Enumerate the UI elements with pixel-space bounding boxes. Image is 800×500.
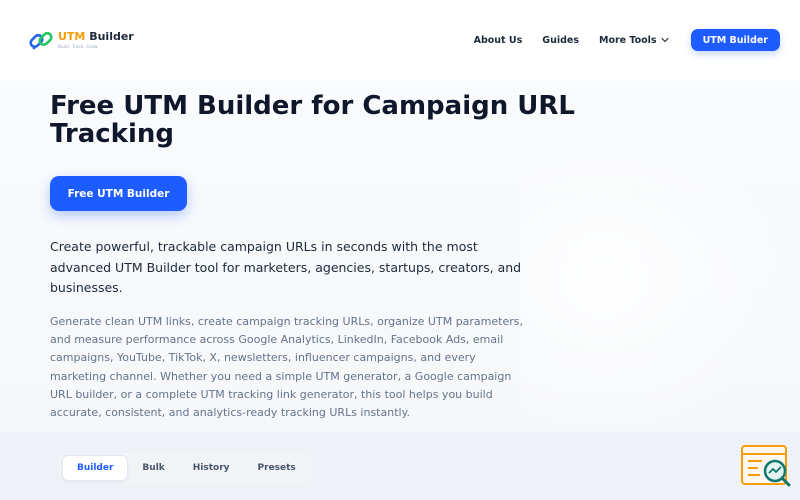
page-title: Free UTM Builder for Campaign URL Tracki… bbox=[50, 91, 575, 149]
search-analytics-icon[interactable] bbox=[741, 444, 791, 488]
logo-title: UTM Builder bbox=[58, 29, 134, 43]
logo-title-rest: Builder bbox=[85, 29, 134, 43]
nav-link-more-tools[interactable]: More Tools bbox=[599, 35, 669, 46]
logo-text: UTM Builder Build. Track. Grow. bbox=[58, 29, 134, 50]
nav-link-more-tools-label: More Tools bbox=[598, 34, 657, 46]
hero-cta-button[interactable]: Free UTM Builder bbox=[50, 176, 187, 211]
tab-presets[interactable]: Presets bbox=[244, 455, 310, 481]
main-nav: About Us Guides More Tools UTM Builder bbox=[474, 29, 780, 51]
site-logo[interactable]: UTM Builder Build. Track. Grow. bbox=[28, 26, 134, 54]
tab-builder[interactable]: Builder bbox=[62, 455, 129, 481]
nav-link-guides-label: Guides bbox=[542, 34, 579, 46]
site-header: UTM Builder Build. Track. Grow. About Us… bbox=[0, 0, 800, 80]
logo-title-accent: UTM bbox=[58, 29, 86, 43]
chevron-down-icon bbox=[661, 37, 669, 43]
builder-tabs: Builder Bulk History Presets bbox=[60, 453, 312, 483]
nav-link-guides[interactable]: Guides bbox=[542, 35, 579, 46]
hero-glow bbox=[520, 120, 800, 440]
tab-history[interactable]: History bbox=[179, 455, 244, 481]
nav-utm-builder-button[interactable]: UTM Builder bbox=[690, 29, 780, 51]
logo-tagline: Build. Track. Grow. bbox=[58, 43, 99, 49]
nav-link-about-label: About Us bbox=[473, 34, 523, 46]
chain-link-icon bbox=[29, 31, 53, 50]
hero-description: Generate clean UTM links, create campaig… bbox=[50, 315, 523, 420]
hero-lead-text: Create powerful, trackable campaign URLs… bbox=[50, 239, 522, 295]
nav-link-about[interactable]: About Us bbox=[474, 35, 523, 46]
tab-bulk[interactable]: Bulk bbox=[128, 455, 178, 481]
